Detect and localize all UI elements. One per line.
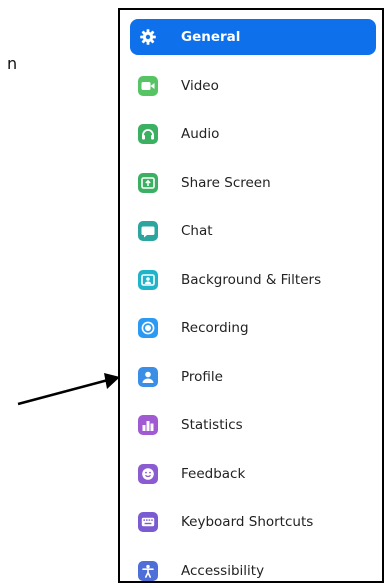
profile-icon <box>138 366 158 387</box>
sidebar-item-label: Profile <box>181 368 223 385</box>
sidebar-item-label: Video <box>181 77 219 94</box>
sidebar-item-label: Keyboard Shortcuts <box>181 514 314 530</box>
share-screen-icon <box>138 172 158 193</box>
sidebar-item-recording[interactable]: Recording <box>130 310 376 346</box>
headphones-icon <box>138 124 158 144</box>
accessibility-person-icon <box>138 560 158 581</box>
video-camera-icon <box>138 75 158 96</box>
sidebar-item-label: Recording <box>181 320 249 336</box>
statistics-bar-chart-icon <box>138 415 158 435</box>
sidebar-item-accessibility[interactable]: Accessibility <box>130 553 376 582</box>
background-person-icon <box>138 269 158 290</box>
sidebar-item-label: Chat <box>181 223 213 239</box>
sidebar-item-label: Share Screen <box>181 174 271 191</box>
sidebar-item-label: Accessibility <box>181 562 265 579</box>
sidebar-item-label: Feedback <box>181 465 246 482</box>
sidebar-item-label: Statistics <box>181 417 243 433</box>
sidebar-item-general[interactable]: General <box>130 19 376 55</box>
sidebar-item-label: Audio <box>181 126 220 142</box>
sidebar-item-label: General <box>181 29 241 45</box>
chat-bubble-icon <box>138 221 158 241</box>
settings-sidebar: General Video Audio Share Screen Chat Ba… <box>118 8 384 583</box>
gear-icon <box>138 27 158 47</box>
keyboard-icon <box>138 512 158 532</box>
sidebar-item-background-filters[interactable]: Background & Filters <box>130 262 376 298</box>
sidebar-item-video[interactable]: Video <box>130 68 376 104</box>
sidebar-item-chat[interactable]: Chat <box>130 213 376 249</box>
sidebar-item-share-screen[interactable]: Share Screen <box>130 165 376 201</box>
sidebar-item-keyboard-shortcuts[interactable]: Keyboard Shortcuts <box>130 504 376 540</box>
feedback-smiley-icon <box>138 463 158 484</box>
sidebar-item-label: Background & Filters <box>181 271 322 288</box>
sidebar-item-statistics[interactable]: Statistics <box>130 407 376 443</box>
cropped-text-fragment: n <box>7 54 18 73</box>
screenshot-stage: n General Video Audio Share Screen Chat … <box>0 0 390 587</box>
sidebar-item-profile[interactable]: Profile <box>130 359 376 395</box>
settings-menu: General Video Audio Share Screen Chat Ba… <box>130 19 376 582</box>
recording-icon <box>138 318 158 338</box>
sidebar-item-audio[interactable]: Audio <box>130 116 376 152</box>
sidebar-item-feedback[interactable]: Feedback <box>130 456 376 492</box>
